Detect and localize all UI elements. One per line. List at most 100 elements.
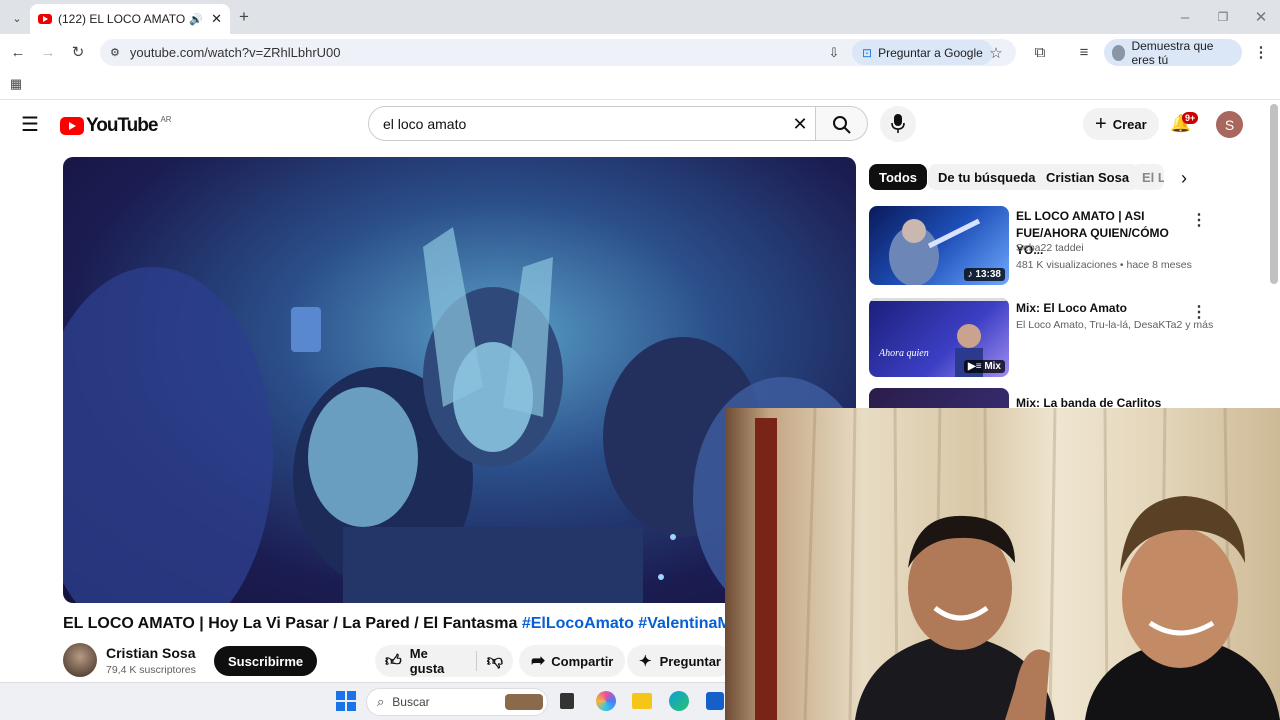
back-icon[interactable]: ← bbox=[8, 42, 28, 62]
related-artists: El Loco Amato, Tru-la-lá, DesaKTa2 y más bbox=[1016, 319, 1214, 331]
bookmarks-bar: ▦ bbox=[0, 70, 1280, 100]
video-title: EL LOCO AMATO | Hoy La Vi Pasar / La Par… bbox=[63, 615, 725, 633]
related-thumbnail bbox=[869, 388, 1009, 408]
forward-icon[interactable]: → bbox=[38, 42, 58, 62]
copilot-icon[interactable] bbox=[596, 691, 616, 711]
profile-pill[interactable]: Demuestra que eres tú bbox=[1104, 38, 1242, 67]
browser-menu-icon[interactable]: ⋮ bbox=[1254, 42, 1269, 62]
like-label[interactable]: Me gusta bbox=[410, 646, 466, 676]
ask-google-label: Preguntar a Google bbox=[878, 45, 983, 60]
new-tab-icon[interactable]: + bbox=[236, 7, 252, 26]
browser-tab[interactable]: (122) EL LOCO AMATO | Ho 🔊 ✕ bbox=[30, 4, 230, 34]
youtube-wordmark: YouTube bbox=[86, 115, 158, 136]
chips-next-chevron-icon[interactable]: › bbox=[1174, 168, 1194, 188]
extensions-icon[interactable]: ⧉ bbox=[1030, 42, 1050, 62]
ask-button[interactable]: ✦ Preguntar bbox=[627, 645, 733, 677]
channel-avatar[interactable] bbox=[63, 643, 97, 677]
voice-search-button[interactable] bbox=[880, 106, 916, 142]
clear-search-icon[interactable]: ✕ bbox=[789, 113, 811, 135]
file-explorer-icon[interactable] bbox=[632, 693, 652, 709]
edge-icon[interactable] bbox=[669, 691, 689, 711]
more-options-icon[interactable]: ⋮ bbox=[1191, 210, 1207, 230]
video-hashtags[interactable]: #ElLocoAmato #ValentinaMa bbox=[522, 615, 725, 632]
search-highlight-image bbox=[505, 694, 543, 710]
subscribe-button[interactable]: Suscribirme bbox=[214, 646, 318, 676]
hamburger-menu-icon[interactable]: ☰ bbox=[20, 113, 40, 136]
search-value: el loco amato bbox=[383, 115, 467, 132]
more-options-icon[interactable]: ⋮ bbox=[1191, 302, 1207, 322]
youtube-favicon-icon bbox=[38, 14, 52, 24]
related-mix[interactable]: Ahora quien ▶≡ Mix Mix: El Loco Amato El… bbox=[869, 298, 1213, 378]
share-label: Compartir bbox=[551, 653, 614, 669]
search-input[interactable]: el loco amato ✕ bbox=[368, 106, 816, 141]
microphone-icon bbox=[891, 114, 905, 133]
like-divider bbox=[475, 651, 477, 671]
thumbnail-caption: Ahora quien bbox=[879, 348, 929, 359]
subscriber-count: 79,4 K suscriptores bbox=[106, 664, 196, 676]
tab-close-icon[interactable]: ✕ bbox=[211, 11, 222, 27]
region-label: AR bbox=[160, 114, 172, 124]
related-mix[interactable]: Mix: La banda de Carlitos bbox=[869, 388, 1209, 408]
minimize-icon[interactable]: – bbox=[1176, 8, 1194, 26]
youtube-logo[interactable]: YouTube AR bbox=[60, 115, 172, 137]
site-info-icon[interactable]: ⚙ bbox=[110, 46, 120, 59]
windows-start-icon[interactable] bbox=[336, 691, 356, 711]
webcam-overlay bbox=[725, 408, 1280, 720]
tab-title: (122) EL LOCO AMATO | Ho bbox=[58, 12, 186, 26]
thumbs-up-icon[interactable]: 👍︎ bbox=[385, 652, 402, 671]
apps-grid-icon[interactable]: ▦ bbox=[8, 76, 24, 92]
youtube-play-icon bbox=[60, 117, 84, 135]
notification-count-badge: 9+ bbox=[1182, 112, 1199, 124]
media-control-icon[interactable]: ≡ bbox=[1074, 42, 1094, 62]
mix-badge: ▶≡ Mix bbox=[964, 360, 1005, 373]
google-lens-icon: ⊡ bbox=[862, 45, 873, 60]
chip-all[interactable]: Todos bbox=[869, 164, 928, 190]
share-button[interactable]: ➦ Compartir bbox=[519, 645, 626, 677]
reload-icon[interactable]: ↻ bbox=[68, 42, 88, 62]
duration-badge: ♪ 13:38 bbox=[963, 268, 1005, 281]
address-toolbar: ← → ↻ ⚙ youtube.com/watch?v=ZRhlLbhrU00 … bbox=[0, 34, 1280, 70]
create-button[interactable]: + Crear bbox=[1083, 108, 1159, 140]
like-dislike-group: 👍︎ Me gusta 👎︎ bbox=[375, 645, 513, 677]
install-app-icon[interactable]: ⇩ bbox=[824, 43, 844, 63]
ask-label: Preguntar bbox=[659, 653, 721, 669]
sparkle-icon: ✦ bbox=[639, 653, 652, 670]
video-title-text: EL LOCO AMATO | Hoy La Vi Pasar / La Par… bbox=[63, 615, 522, 632]
address-bar[interactable]: ⚙ youtube.com/watch?v=ZRhlLbhrU00 ⇩ ⊡ Pr… bbox=[100, 39, 1016, 66]
window-close-icon[interactable]: ✕ bbox=[1252, 8, 1270, 26]
profile-avatar bbox=[1112, 44, 1126, 61]
profile-pill-label: Demuestra que eres tú bbox=[1131, 38, 1214, 67]
task-view-icon[interactable] bbox=[560, 693, 574, 709]
taskbar-search[interactable]: ⌕ Buscar bbox=[366, 688, 548, 716]
windows-taskbar: ⌕ Buscar bbox=[0, 682, 725, 720]
chip-channel[interactable]: Cristian Sosa bbox=[1036, 164, 1140, 190]
webcam-image bbox=[755, 408, 1280, 720]
restore-icon[interactable]: ❐ bbox=[1214, 8, 1232, 26]
store-icon[interactable] bbox=[706, 692, 724, 710]
url-text: youtube.com/watch?v=ZRhlLbhrU00 bbox=[129, 45, 341, 60]
bookmark-star-icon[interactable]: ☆ bbox=[986, 43, 1006, 63]
related-channel: Seba22 taddei bbox=[1016, 242, 1084, 254]
plus-icon: + bbox=[1095, 112, 1107, 135]
taskbar-search-placeholder: Buscar bbox=[392, 695, 430, 709]
browser-tabbar: ⌄ (122) EL LOCO AMATO | Ho 🔊 ✕ + – ❐ ✕ bbox=[0, 0, 1280, 34]
thumbs-down-icon[interactable]: 👎︎ bbox=[487, 652, 503, 671]
related-title: Mix: La banda de Carlitos bbox=[1016, 396, 1162, 408]
search-button[interactable] bbox=[816, 106, 868, 141]
taskbar-search-icon: ⌕ bbox=[377, 694, 385, 709]
related-thumbnail: Ahora quien ▶≡ Mix bbox=[869, 298, 1009, 377]
create-label: Crear bbox=[1112, 116, 1147, 132]
chip-more[interactable]: El L bbox=[1132, 164, 1164, 190]
page-scrollbar[interactable] bbox=[1270, 104, 1278, 284]
account-avatar[interactable]: S bbox=[1216, 111, 1243, 138]
related-title: Mix: El Loco Amato bbox=[1016, 301, 1127, 315]
tab-search-chevron-icon[interactable]: ⌄ bbox=[8, 9, 26, 27]
related-thumbnail: ♪ 13:38 bbox=[869, 206, 1009, 285]
related-video[interactable]: ♪ 13:38 EL LOCO AMATO | ASI FUE/AHORA QU… bbox=[869, 206, 1209, 286]
share-arrow-icon: ➦ bbox=[531, 651, 546, 670]
speaker-icon[interactable]: 🔊 bbox=[189, 13, 203, 26]
ask-google-button[interactable]: ⊡ Preguntar a Google bbox=[852, 40, 993, 65]
search-icon bbox=[833, 116, 851, 134]
channel-name[interactable]: Cristian Sosa bbox=[106, 645, 195, 661]
chip-from-search[interactable]: De tu búsqueda bbox=[928, 164, 1046, 190]
